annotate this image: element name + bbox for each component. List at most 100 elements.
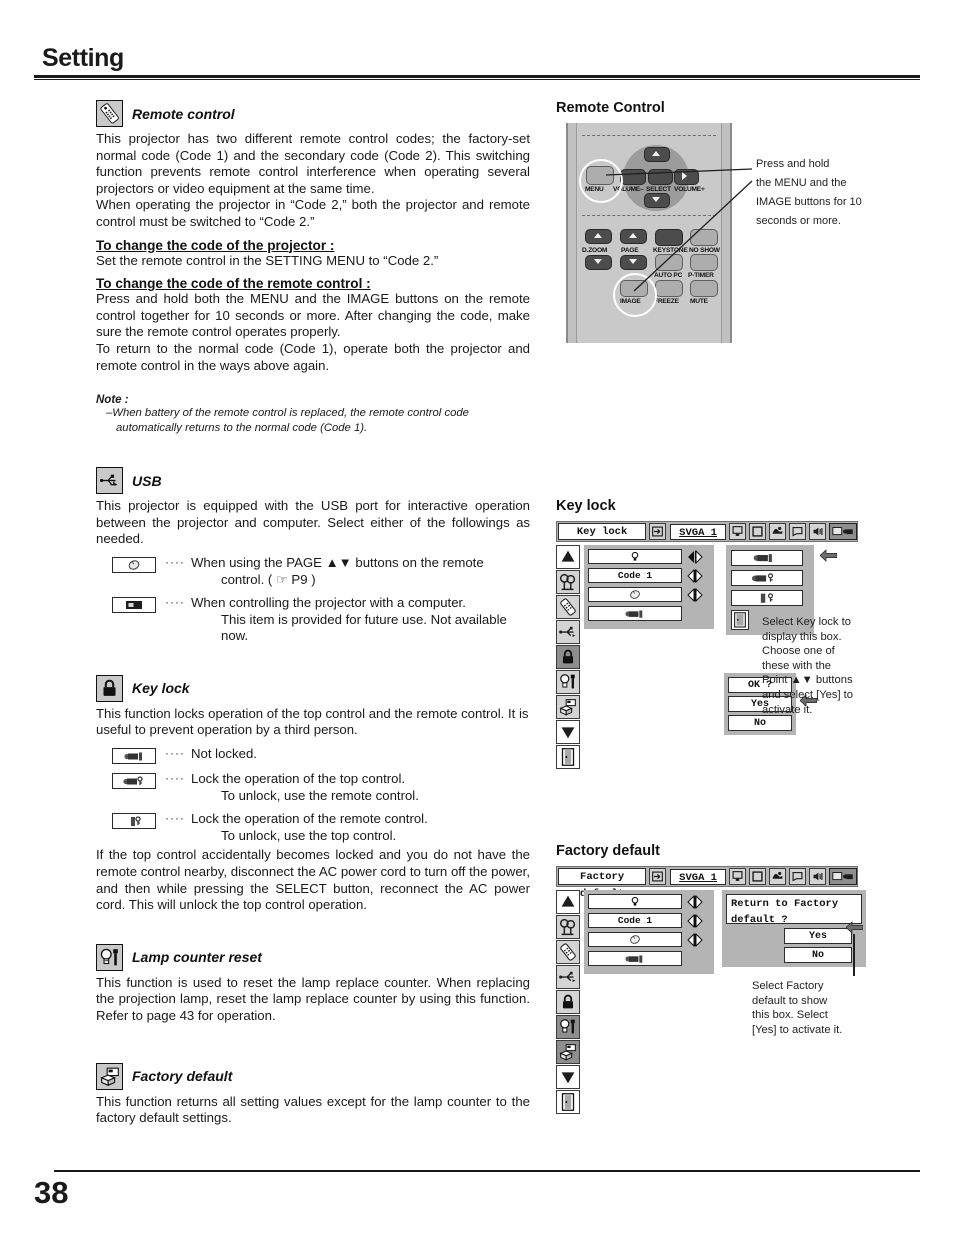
select-button[interactable] — [648, 169, 673, 185]
lamp-icon-value[interactable] — [588, 549, 682, 564]
lamp-counter-icon[interactable] — [556, 1015, 580, 1039]
key-lock-opt2-line2: To unlock, use the remote control. — [220, 787, 419, 803]
factory-default-help-line-1: Select Factory — [752, 980, 824, 992]
scroll-down-arrow[interactable] — [556, 1065, 580, 1089]
factory-default-sidebar — [556, 890, 581, 1115]
p-timer-button[interactable] — [690, 254, 718, 271]
quit-icon[interactable] — [556, 1090, 580, 1114]
auto-pc-button[interactable] — [655, 254, 683, 271]
computer-icon[interactable] — [729, 523, 746, 540]
keystone-button[interactable] — [655, 229, 683, 246]
remote-code-icon[interactable] — [556, 940, 580, 964]
screen-icon[interactable] — [749, 868, 766, 885]
section-remote-control: Remote control This projector has two di… — [96, 100, 530, 435]
padlock-icon — [96, 674, 123, 702]
key-lock-dialog-no[interactable]: No — [728, 715, 792, 731]
adjust-arrows-1[interactable] — [687, 894, 703, 909]
sound-icon[interactable] — [809, 523, 826, 540]
key-lock-current-value[interactable] — [588, 606, 682, 621]
sound-icon[interactable] — [809, 868, 826, 885]
factory-default-dialog-no[interactable]: No — [784, 947, 852, 963]
no-show-label: NO SHOW — [689, 247, 720, 254]
key-lock-paragraph: This function locks operation of the top… — [96, 705, 529, 738]
scroll-down-arrow[interactable] — [556, 720, 580, 744]
lamp-icon-value[interactable] — [588, 894, 682, 909]
remote-code-body-1: Press and hold both the MENU and the IMA… — [96, 291, 530, 340]
keystone-label: KEYSTONE — [653, 247, 688, 254]
key-lock-help-line-3: Choose one of — [762, 645, 835, 658]
adjust-arrows-1[interactable] — [687, 549, 703, 564]
setting-icon[interactable] — [829, 523, 857, 540]
usb-mouse-value[interactable] — [588, 932, 682, 947]
select-label: SELECT — [646, 186, 671, 193]
adjust-arrows-2[interactable] — [687, 913, 703, 928]
key-lock-icon[interactable] — [556, 645, 580, 669]
no-show-button[interactable] — [690, 229, 718, 246]
quit-icon[interactable] — [556, 745, 580, 769]
usb-icon[interactable] — [556, 965, 580, 989]
remote-code-value[interactable]: Code 1 — [588, 568, 682, 583]
computer-icon[interactable] — [729, 868, 746, 885]
mute-label: MUTE — [690, 298, 708, 305]
language-icon[interactable] — [556, 570, 580, 594]
remote-code-subheading: To change the code of the remote control… — [96, 276, 371, 292]
choice-lock-remote-control[interactable] — [731, 590, 803, 606]
adjust-arrows-3[interactable] — [687, 932, 703, 947]
key-lock-current-value[interactable] — [588, 951, 682, 966]
choice-lock-top-control[interactable] — [731, 570, 803, 586]
source-display: SVGA 1 — [670, 868, 726, 885]
factory-default-heading: Factory default — [132, 1068, 233, 1085]
key-lock-help-line-1: Select Key lock to — [762, 616, 851, 628]
factory-default-menu-name: Factory default — [558, 868, 647, 900]
setting-icon[interactable] — [829, 868, 857, 885]
choice-not-locked[interactable] — [731, 550, 803, 566]
input-icon[interactable] — [649, 523, 667, 540]
remote-code-icon[interactable] — [556, 595, 580, 619]
pc-adjust-icon[interactable] — [789, 868, 806, 885]
key-lock-option-not-locked: ···· Not locked. — [112, 746, 530, 765]
factory-default-icon[interactable] — [556, 1040, 580, 1064]
adjust-arrows-3[interactable] — [687, 587, 703, 602]
input-icon[interactable] — [649, 868, 667, 885]
factory-default-icon[interactable] — [556, 695, 580, 719]
factory-default-dialog-yes[interactable]: Yes — [784, 928, 852, 944]
freeze-button[interactable] — [655, 280, 683, 297]
adjust-arrows-2[interactable] — [687, 568, 703, 583]
section-lamp-counter-reset: Lamp counter reset This function is used… — [96, 943, 530, 1025]
key-lock-icon[interactable] — [556, 990, 580, 1014]
remote-body: MENU VOLUME– SELECT VOLUME+ D.ZOOM PAGE … — [566, 123, 732, 343]
volume-minus-button[interactable] — [620, 169, 646, 185]
key-lock-option-remote: ···· Lock the operation of the remote co… — [112, 811, 530, 844]
screen-icon[interactable] — [749, 523, 766, 540]
language-value-row — [588, 894, 710, 909]
image-icon[interactable] — [769, 868, 786, 885]
remote-code-value[interactable]: Code 1 — [588, 913, 682, 928]
image-highlight-circle — [613, 273, 657, 317]
lamp-counter-icon[interactable] — [556, 670, 580, 694]
pc-adjust-icon[interactable] — [789, 523, 806, 540]
choice-quit-icon[interactable] — [731, 610, 749, 630]
d-zoom-label: D.ZOOM — [582, 247, 608, 254]
key-lock-opt3-text: Lock the operation of the remote control… — [191, 811, 428, 844]
usb-icon[interactable] — [556, 620, 580, 644]
language-icon[interactable] — [556, 915, 580, 939]
projector-unlocked-icon — [112, 748, 156, 765]
key-lock-value-row — [588, 951, 710, 966]
figure-factory-default-menu: Factory default Factory default SVGA 1 — [556, 843, 936, 1114]
usb-mouse-value[interactable] — [588, 587, 682, 602]
page-footer: 38 — [34, 1170, 920, 1211]
remote-control-paragraph-2: When operating the projector in “Code 2,… — [96, 197, 530, 229]
key-lock-heading: Key lock — [132, 680, 190, 697]
scroll-up-arrow[interactable] — [556, 890, 580, 914]
mute-button[interactable] — [690, 280, 718, 297]
key-lock-help-text: Select Key lock to display this box. Cho… — [762, 615, 882, 717]
page-label: PAGE — [621, 247, 639, 254]
image-icon[interactable] — [769, 523, 786, 540]
key-lock-menu-title: Key lock — [556, 498, 616, 514]
key-lock-value-row — [588, 606, 710, 621]
key-lock-help-line-6: and select [Yes] to — [762, 688, 854, 701]
scroll-up-arrow[interactable] — [556, 545, 580, 569]
key-lock-menu-bar: Key lock SVGA 1 — [556, 521, 858, 542]
figure-key-lock-menu: Key lock Key lock SVGA 1 Code 1 OK ? Yes… — [556, 498, 936, 769]
p-timer-label: P-TIMER — [688, 272, 714, 279]
